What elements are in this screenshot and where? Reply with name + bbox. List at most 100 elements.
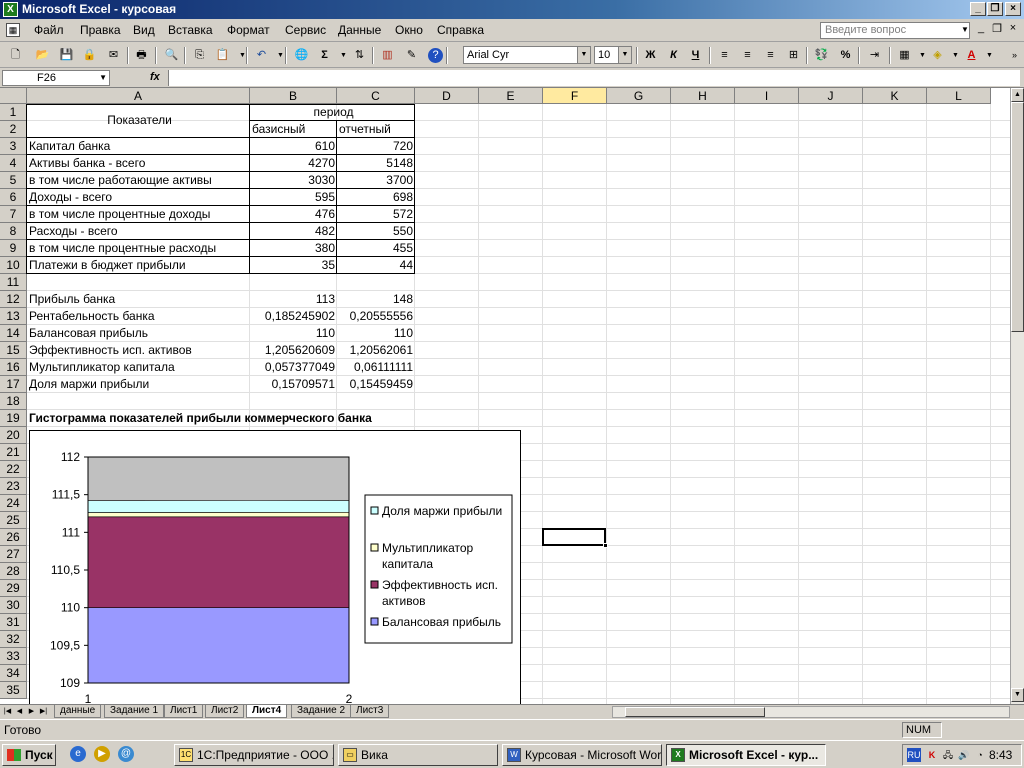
sort-ascending-icon[interactable]: ⇅ [350,46,369,65]
row-label[interactable]: Активы банка - всего [27,155,250,171]
italic-button[interactable]: К [664,46,683,65]
row-header-14[interactable]: 14 [0,325,27,342]
insert-function-icon[interactable]: fx [150,71,160,83]
paste-icon[interactable]: 📋 [213,46,232,65]
row-header-1[interactable]: 1 [0,104,27,121]
doc-restore-icon[interactable]: ❐ [990,22,1004,36]
row-header-17[interactable]: 17 [0,376,27,393]
column-header-e[interactable]: E [479,88,543,104]
copy-icon[interactable]: ⎘ [190,46,209,65]
sheet-tab-0[interactable]: данные [54,705,102,718]
sheet-tab-2[interactable]: Лист1 [164,705,204,718]
chevron-down-icon[interactable]: ▼ [271,46,290,65]
column-header-d[interactable]: D [415,88,479,104]
chevron-down-icon[interactable]: ▼ [233,46,252,65]
help-icon[interactable]: ? [428,48,443,63]
value-report[interactable]: 148 [337,291,415,307]
doc-close-icon[interactable]: × [1006,22,1020,36]
currency-icon[interactable]: 💱 [812,46,831,65]
align-center-icon[interactable]: ≡ [738,46,757,65]
menu-format[interactable]: Формат [227,23,270,37]
row-header-33[interactable]: 33 [0,648,27,665]
menu-data[interactable]: Данные [338,23,381,37]
value-report[interactable]: 0,06111111 [337,359,415,375]
row-header-18[interactable]: 18 [0,393,27,410]
header-period[interactable]: период [250,104,415,120]
value-report[interactable]: 572 [337,206,415,222]
scroll-down-icon[interactable]: ▼ [1011,688,1024,702]
close-button[interactable]: × [1005,2,1021,16]
column-header-g[interactable]: G [607,88,671,104]
media-player-icon[interactable]: ▶ [94,746,110,762]
column-header-f[interactable]: F [543,88,607,104]
scroll-up-icon[interactable]: ▲ [1011,88,1024,102]
horizontal-scrollbar[interactable] [612,706,1010,718]
menu-insert[interactable]: Вставка [168,23,213,37]
row-header-6[interactable]: 6 [0,189,27,206]
value-report[interactable]: 5148 [337,155,415,171]
row-header-15[interactable]: 15 [0,342,27,359]
first-sheet-icon[interactable]: |◀ [2,706,13,718]
menu-tools[interactable]: Сервис [285,23,326,37]
row-header-12[interactable]: 12 [0,291,27,308]
row-label[interactable]: Доходы - всего [27,189,250,205]
value-report[interactable]: 44 [337,257,415,273]
header-report[interactable]: отчетный [337,121,415,137]
merge-center-icon[interactable]: ⊞ [784,46,803,65]
start-button[interactable]: Пуск [2,744,56,766]
row-header-13[interactable]: 13 [0,308,27,325]
row-label[interactable]: в том числе работающие активы [27,172,250,188]
tray-icon[interactable]: ◔ [973,748,987,762]
outlook-icon[interactable]: @ [118,746,134,762]
doc-minimize-icon[interactable]: _ [974,22,988,36]
column-header-c[interactable]: C [337,88,415,104]
ask-question-input[interactable]: Введите вопрос [820,22,970,39]
row-header-32[interactable]: 32 [0,631,27,648]
row-header-10[interactable]: 10 [0,257,27,274]
value-base[interactable]: 0,185245902 [250,308,337,324]
row-header-5[interactable]: 5 [0,172,27,189]
column-header-j[interactable]: J [799,88,863,104]
row-header-19[interactable]: 19 [0,410,27,427]
vertical-scrollbar[interactable]: ▲ ▼ [1010,88,1024,704]
sheet-tab-6[interactable]: Лист3 [350,705,390,718]
minimize-button[interactable]: _ [970,2,986,16]
workbook-icon[interactable]: ▦ [6,23,20,37]
save-icon[interactable]: 💾 [57,46,76,65]
value-base[interactable]: 0,057377049 [250,359,337,375]
value-base[interactable]: 0,15709571 [250,376,337,392]
header-base[interactable]: базисный [250,121,337,137]
row-header-2[interactable]: 2 [0,121,27,138]
task-1c[interactable]: 1С 1С:Предприятие - ООО ... [174,744,334,766]
font-size-select[interactable]: 10 ▼ [594,46,632,64]
row-header-16[interactable]: 16 [0,359,27,376]
last-sheet-icon[interactable]: ▶| [38,706,49,718]
header-indicators[interactable]: Показатели [27,112,250,128]
font-color-icon[interactable]: A [962,46,981,65]
menu-help[interactable]: Справка [437,23,484,37]
row-label[interactable]: Рентабельность банка [27,308,250,324]
row-header-28[interactable]: 28 [0,563,27,580]
row-header-30[interactable]: 30 [0,597,27,614]
underline-button[interactable]: Ч [686,46,705,65]
row-header-7[interactable]: 7 [0,206,27,223]
value-report[interactable]: 550 [337,223,415,239]
row-header-27[interactable]: 27 [0,546,27,563]
row-label[interactable]: Расходы - всего [27,223,250,239]
row-header-34[interactable]: 34 [0,665,27,682]
chart-caption[interactable]: Гистограмма показателей прибыли коммерче… [27,410,427,426]
fill-handle[interactable] [603,543,608,548]
row-header-26[interactable]: 26 [0,529,27,546]
menu-view[interactable]: Вид [133,23,155,37]
value-base[interactable]: 4270 [250,155,337,171]
value-report[interactable]: 698 [337,189,415,205]
chevron-down-icon[interactable]: ▼ [961,25,969,34]
column-header-l[interactable]: L [927,88,991,104]
task-folder[interactable]: ▭ Вика [338,744,498,766]
value-report[interactable]: 3700 [337,172,415,188]
indent-icon[interactable]: ⇥ [865,46,884,65]
value-base[interactable]: 482 [250,223,337,239]
align-left-icon[interactable]: ≡ [715,46,734,65]
active-cell[interactable] [542,528,608,548]
row-label[interactable]: Мультипликатор капитала [27,359,250,375]
